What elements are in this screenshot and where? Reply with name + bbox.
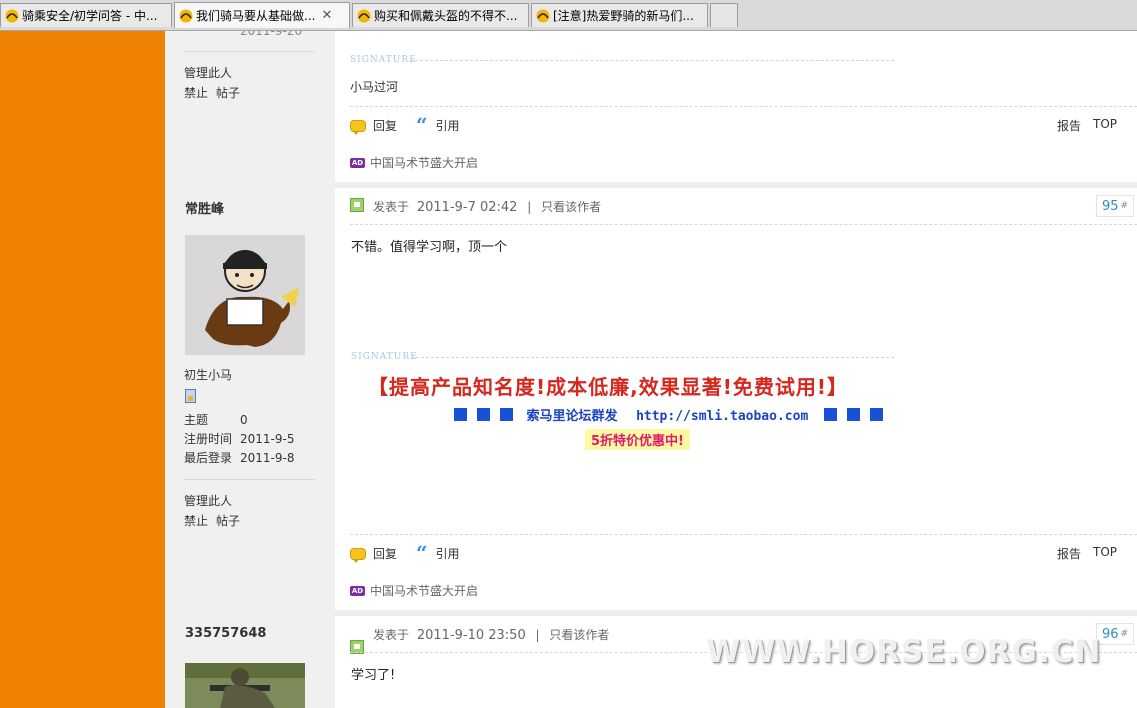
ban-user-link[interactable]: 禁止 [184, 512, 208, 529]
reply-label: 回复 [373, 547, 398, 561]
post-separator [335, 182, 1137, 188]
signature-banner-title[interactable]: 【提高产品知名度!成本低廉,效果显著!免费试用!】 [368, 371, 848, 400]
reply-button[interactable]: 回复 [350, 117, 398, 135]
quote-mark-icon: “ [416, 540, 428, 565]
post-footer-divider [350, 534, 1137, 535]
stat-value-topics: 0 [240, 413, 248, 427]
post-footer-divider [350, 106, 1137, 107]
author-divider [183, 51, 315, 52]
tab-label: 购买和佩戴头盔的不得不... [374, 9, 518, 23]
post-author-name[interactable]: 常胜峰 [185, 198, 224, 217]
posted-prefix: 发表于 [373, 200, 410, 214]
stat-value-registered: 2011-9-5 [240, 432, 295, 446]
site-watermark: WWW.HORSE.ORG.CN [706, 634, 1102, 670]
reply-bubble-icon [350, 119, 366, 135]
stat-value-last-login: 2011-9-8 [240, 451, 295, 465]
signature-divider [410, 60, 894, 61]
quote-button[interactable]: “ 引用 [416, 112, 460, 137]
stat-label-last-login: 最后登录 [184, 451, 233, 465]
user-avatar [185, 663, 305, 708]
floor-number[interactable]: 96 # [1096, 623, 1134, 645]
tab-label: 骑乘安全/初学问答 - 中... [22, 9, 158, 23]
post-date: 2011-9-10 23:50 [416, 628, 526, 643]
top-link[interactable]: TOP [1093, 545, 1117, 559]
site-favicon-icon [179, 9, 193, 22]
stat-label-topics: 主题 [184, 413, 209, 427]
floor-value: 95 [1101, 198, 1119, 214]
close-tab-icon[interactable]: ✕ [321, 8, 332, 23]
signature-divider [411, 357, 894, 358]
stat-label-registered: 注册时间 [184, 432, 233, 446]
quote-mark-icon: “ [416, 112, 428, 137]
site-favicon-icon [357, 9, 371, 22]
meta-divider: | [527, 200, 532, 214]
post-content: 学习了! [351, 668, 396, 683]
posted-prefix: 发表于 [373, 628, 410, 642]
blue-square-icon [869, 408, 883, 421]
tab-label: [注意]热爱野骑的新马们... [553, 9, 694, 23]
post-meta: 发表于 2011-9-10 23:50 | 只看该作者 [373, 626, 609, 643]
signature-label: SIGNATURE [350, 55, 417, 65]
reply-bubble-icon [350, 547, 366, 563]
user-posts-link[interactable]: 帖子 [216, 512, 240, 529]
blue-square-icon [454, 408, 467, 421]
admin-label: 管理此人 [184, 494, 233, 508]
browser-tab-4[interactable]: [注意]热爱野骑的新马们... [531, 3, 708, 27]
report-link[interactable]: 报告 [1057, 117, 1081, 134]
site-favicon-icon [536, 9, 550, 22]
only-author-link[interactable]: 只看该作者 [549, 628, 609, 642]
ban-user-link[interactable]: 禁止 [184, 84, 208, 101]
post-author-name[interactable]: 335757648 [185, 626, 266, 641]
site-favicon-icon [5, 9, 19, 22]
browser-tab-3[interactable]: 购买和佩戴头盔的不得不... [352, 3, 529, 27]
report-link[interactable]: 报告 [1057, 545, 1081, 562]
floor-mark: # [1120, 629, 1129, 639]
floor-number[interactable]: 95 # [1096, 195, 1134, 217]
top-link[interactable]: TOP [1093, 117, 1117, 131]
floor-mark: # [1120, 201, 1129, 211]
author-divider [183, 479, 315, 480]
only-author-link[interactable]: 只看该作者 [541, 200, 601, 214]
ad-badge-icon: AD [350, 157, 365, 168]
post-meta: 发表于 2011-9-7 02:42 | 只看该作者 [373, 198, 601, 215]
user-posts-link[interactable]: 帖子 [216, 84, 240, 101]
signature-label: SIGNATURE [351, 352, 418, 362]
post-separator [335, 610, 1137, 616]
blue-square-icon [477, 408, 490, 421]
user-title: 初生小马 [184, 368, 233, 382]
signature-banner-line[interactable]: 索马里论坛群发 http://smli.taobao.com [449, 405, 888, 424]
user-rank-icon [185, 389, 196, 403]
blue-square-icon [823, 408, 837, 421]
user-avatar [185, 235, 305, 355]
admin-label: 管理此人 [184, 66, 233, 80]
quote-label: 引用 [435, 547, 460, 561]
ad-text: 中国马术节盛大开启 [370, 156, 479, 170]
tab-bar: 骑乘安全/初学问答 - 中... 我们骑马要从基础做... ✕ 购买和佩戴头盔的… [0, 0, 1137, 31]
banner-url: http://smli.taobao.com [636, 409, 809, 424]
browser-tab-2[interactable]: 我们骑马要从基础做... ✕ [174, 2, 350, 28]
ad-badge-icon: AD [350, 585, 365, 596]
ad-text: 中国马术节盛大开启 [370, 584, 479, 598]
quote-button[interactable]: “ 引用 [416, 540, 460, 565]
blue-square-icon [846, 408, 860, 421]
ad-link[interactable]: AD 中国马术节盛大开启 [350, 582, 478, 599]
blue-square-icon [500, 408, 513, 421]
signature-text: 小马过河 [350, 80, 399, 94]
post-date: 2011-9-7 02:42 [416, 200, 518, 215]
signature-banner-sale[interactable]: 5折特价优惠中! [585, 429, 690, 450]
post-content: 不错。值得学习啊，顶一个 [351, 240, 508, 255]
new-tab-button[interactable] [710, 3, 738, 27]
reply-label: 回复 [373, 119, 398, 133]
ad-link[interactable]: AD 中国马术节盛大开启 [350, 154, 478, 171]
floor-value: 96 [1101, 626, 1119, 642]
browser-tab-1[interactable]: 骑乘安全/初学问答 - 中... [0, 3, 172, 27]
left-orange-margin [0, 31, 165, 708]
quote-label: 引用 [435, 119, 460, 133]
user-online-icon [350, 198, 364, 212]
reply-button[interactable]: 回复 [350, 545, 398, 563]
post-header-divider [350, 224, 1137, 225]
meta-divider: | [535, 628, 540, 642]
banner-sub-text: 索马里论坛群发 [526, 409, 618, 424]
tab-label: 我们骑马要从基础做... [196, 9, 316, 23]
